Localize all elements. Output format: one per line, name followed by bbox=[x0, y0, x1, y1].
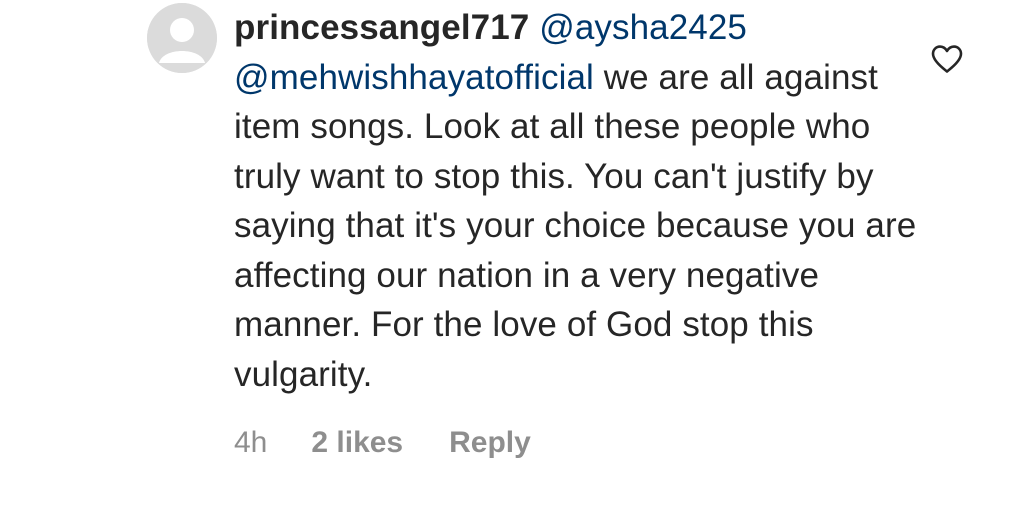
default-avatar-icon bbox=[147, 3, 217, 73]
comment-username[interactable]: princessangel717 bbox=[234, 8, 529, 47]
heart-outline-icon bbox=[931, 45, 963, 73]
comment-text: we are all against item songs. Look at a… bbox=[234, 57, 917, 394]
comment-meta: 4h 2 likes Reply bbox=[234, 423, 531, 463]
mention-link-aysha[interactable]: @aysha2425 bbox=[539, 8, 747, 47]
avatar[interactable] bbox=[147, 3, 217, 73]
like-button[interactable] bbox=[930, 44, 964, 74]
comment-body: princessangel717 @aysha2425 @mehwishhaya… bbox=[234, 3, 924, 399]
comment-timestamp: 4h bbox=[234, 426, 268, 459]
reply-button[interactable]: Reply bbox=[449, 423, 531, 463]
likes-count[interactable]: 2 likes bbox=[311, 423, 403, 463]
mention-link-mehwish[interactable]: @mehwishhayatofficial bbox=[234, 58, 594, 97]
